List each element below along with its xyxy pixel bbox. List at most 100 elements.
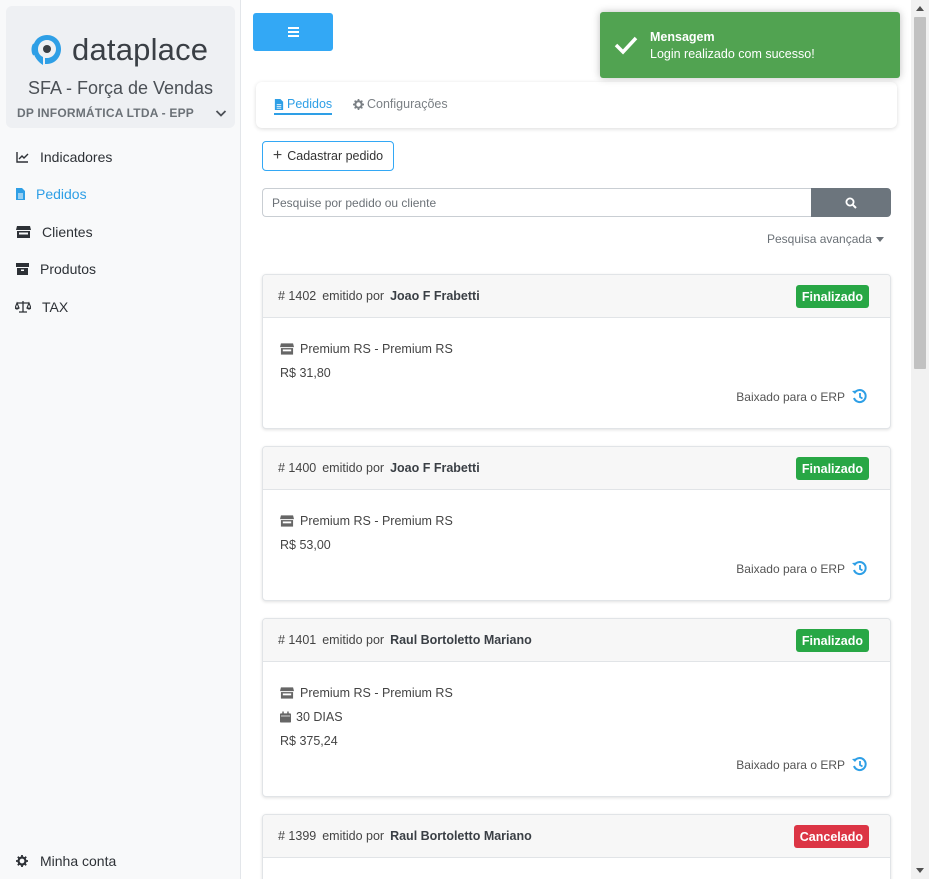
order-store-line: Premium RS - Premium RS: [280, 342, 453, 356]
calendar-icon: [280, 711, 291, 723]
app-subtitle: SFA - Força de Vendas: [27, 78, 214, 98]
tab-label: Pedidos: [287, 97, 333, 111]
history-icon: [852, 389, 867, 404]
order-header: # 1401 emitido por Raul Bortoletto Maria…: [263, 619, 890, 662]
scrollbar-thumb[interactable]: [914, 17, 926, 369]
file-icon: [15, 187, 25, 201]
brand-box: dataplace SFA - Força de Vendas DP INFOR…: [6, 6, 235, 128]
order-term: 30 DIAS: [296, 710, 343, 724]
emitted-by-label: emitido por: [322, 829, 385, 843]
caret-down-icon: [875, 236, 884, 242]
sidebar-item-produtos[interactable]: Produtos: [0, 251, 240, 289]
order-card[interactable]: # 1402 emitido por Joao F Frabetti Final…: [262, 274, 891, 429]
order-body: Premium RS - Premium RS 30 DIAS R$ 375,2…: [263, 662, 890, 796]
sidebar-nav: Indicadores Pedidos Clientes Produtos TA…: [0, 138, 240, 326]
sidebar-item-label: Pedidos: [36, 186, 87, 203]
order-store: Premium RS - Premium RS: [300, 686, 453, 700]
logo-text: dataplace: [72, 32, 209, 67]
erp-status-label: Baixado para o ERP: [736, 757, 845, 772]
sidebar-item-label: Produtos: [40, 261, 97, 278]
check-icon: [614, 36, 638, 55]
sidebar-item-label: Clientes: [42, 223, 93, 240]
scrollbar[interactable]: [911, 0, 929, 879]
sidebar-item-minha-conta[interactable]: Minha conta: [0, 846, 240, 876]
chart-line-icon: [15, 150, 29, 164]
hamburger-icon: [287, 25, 299, 39]
sidebar-item-label: TAX: [42, 298, 69, 315]
search-input[interactable]: [262, 188, 812, 217]
logo[interactable]: dataplace: [30, 28, 208, 72]
order-card[interactable]: # 1401 emitido por Raul Bortoletto Maria…: [262, 618, 891, 797]
menu-toggle-button[interactable]: [253, 13, 333, 51]
erp-status-label: Baixado para o ERP: [736, 389, 845, 404]
order-number: # 1400: [278, 461, 317, 475]
cadastrar-pedido-button[interactable]: + Cadastrar pedido: [262, 141, 394, 171]
balance-scale-icon: [15, 300, 31, 314]
advanced-search-label: Pesquisa avançada: [767, 232, 872, 246]
erp-status[interactable]: Baixado para o ERP: [736, 388, 868, 405]
cadastrar-pedido-label: Cadastrar pedido: [287, 149, 384, 163]
sidebar-item-pedidos[interactable]: Pedidos: [0, 176, 240, 214]
file-icon: [274, 98, 284, 110]
company-name: DP INFORMÁTICA LTDA - EPP: [17, 106, 194, 120]
tab-label: Configurações: [367, 97, 448, 111]
sidebar-item-label: Indicadores: [40, 148, 113, 165]
search-button[interactable]: [811, 188, 891, 217]
order-store-line: Premium RS - Premium RS: [280, 686, 453, 700]
emitted-by-label: emitido por: [322, 461, 385, 475]
dataplace-logo-icon: [31, 35, 61, 65]
sidebar-item-indicadores[interactable]: Indicadores: [0, 138, 240, 176]
store-icon: [15, 225, 31, 239]
emitted-by-label: emitido por: [322, 289, 385, 303]
gear-icon: [15, 854, 29, 868]
tab-configuracoes[interactable]: Configurações: [353, 97, 448, 111]
chevron-down-icon: [215, 110, 227, 117]
order-header: # 1399 emitido por Raul Bortoletto Maria…: [263, 815, 890, 858]
scroll-up-icon[interactable]: [916, 6, 924, 11]
status-badge: Finalizado: [795, 457, 869, 480]
sidebar-item-label: Minha conta: [40, 853, 117, 869]
order-author: Joao F Frabetti: [390, 289, 480, 303]
order-body: Premium RS - Premium RS R$ 53,00 Baixado…: [263, 490, 890, 600]
emitted-by-label: emitido por: [322, 633, 385, 647]
order-header: # 1402 emitido por Joao F Frabetti Final…: [263, 275, 890, 318]
erp-status[interactable]: Baixado para o ERP: [736, 756, 868, 773]
toast-notification[interactable]: Mensagem Login realizado com sucesso!: [600, 12, 900, 78]
gear-icon: [353, 98, 364, 110]
order-value: R$ 53,00: [280, 538, 331, 552]
order-number: # 1401: [278, 633, 317, 647]
toast-message: Login realizado com sucesso!: [650, 46, 815, 61]
sidebar-bottom: Minha conta: [0, 846, 240, 876]
order-author: Raul Bortoletto Mariano: [390, 633, 532, 647]
order-body: Premium RS - Premium RS R$ 31,80 Baixado…: [263, 318, 890, 428]
order-value: R$ 31,80: [280, 366, 331, 380]
toast-content: Mensagem Login realizado com sucesso!: [650, 30, 815, 61]
sidebar: dataplace SFA - Força de Vendas DP INFOR…: [0, 0, 241, 879]
search-icon: [845, 197, 857, 209]
tab-pedidos[interactable]: Pedidos: [274, 97, 333, 115]
order-author: Raul Bortoletto Mariano: [390, 829, 532, 843]
order-card[interactable]: # 1400 emitido por Joao F Frabetti Final…: [262, 446, 891, 601]
status-badge: Cancelado: [793, 825, 869, 848]
box-icon: [15, 262, 29, 276]
history-icon: [852, 757, 867, 772]
order-number: # 1399: [278, 829, 317, 843]
erp-status-label: Baixado para o ERP: [736, 561, 845, 576]
order-store: Premium RS - Premium RS: [300, 342, 453, 356]
order-card[interactable]: # 1399 emitido por Raul Bortoletto Maria…: [262, 814, 891, 879]
sidebar-item-tax[interactable]: TAX: [0, 288, 240, 326]
order-store-line: Premium RS - Premium RS: [280, 514, 453, 528]
sidebar-item-clientes[interactable]: Clientes: [0, 213, 240, 251]
store-icon: [280, 515, 294, 527]
toast-title: Mensagem: [650, 29, 715, 44]
scroll-down-icon[interactable]: [916, 868, 924, 873]
company-selector[interactable]: DP INFORMÁTICA LTDA - EPP: [17, 106, 227, 120]
order-store: Premium RS - Premium RS: [300, 514, 453, 528]
advanced-search-toggle[interactable]: Pesquisa avançada: [767, 232, 884, 246]
history-icon: [852, 561, 867, 576]
plus-icon: +: [272, 147, 283, 164]
order-term-line: 30 DIAS: [280, 710, 343, 724]
tabs-card: Pedidos Configurações: [256, 82, 897, 128]
erp-status[interactable]: Baixado para o ERP: [736, 560, 868, 577]
order-value: R$ 375,24: [280, 734, 338, 748]
